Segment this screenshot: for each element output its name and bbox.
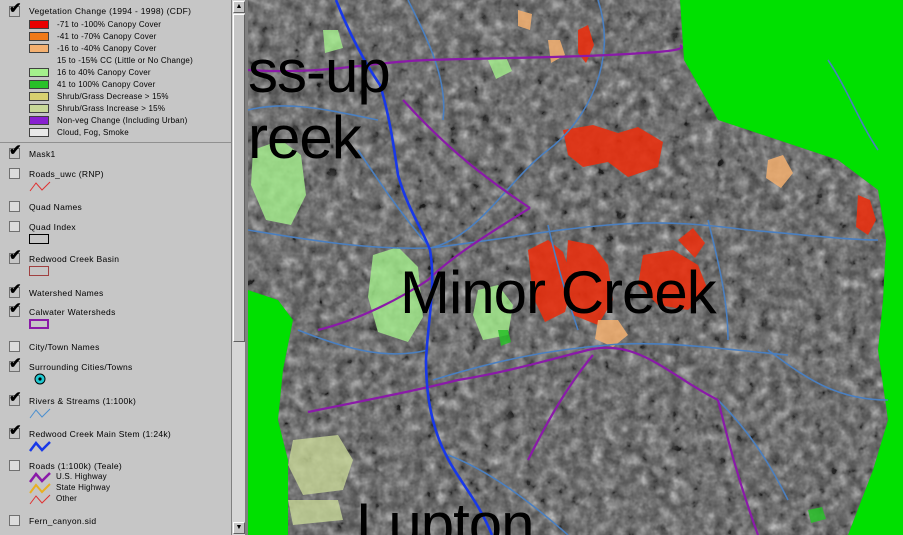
layer-vegetation-change[interactable]: ✔ Vegetation Change (1994 - 1998) (CDF) … [0, 0, 231, 141]
legend-label: -16 to -40% Canopy Cover [57, 44, 157, 53]
layer-checkbox[interactable] [9, 460, 20, 471]
legend-item: -71 to -100% Canopy Cover [29, 19, 229, 30]
scroll-thumb[interactable] [233, 14, 245, 342]
legend-item: 15 to -15% CC (Little or No Change) [29, 55, 229, 66]
layer-name: Mask1 [29, 149, 56, 159]
legend-label: -71 to -100% Canopy Cover [57, 20, 162, 29]
legend-label: 41 to 100% Canopy Cover [57, 80, 156, 89]
layer-name: Fern_canyon.sid [29, 516, 97, 526]
layer-checkbox[interactable] [9, 201, 20, 212]
road-class-label: U.S. Highway [56, 472, 107, 481]
check-icon: ✔ [9, 142, 22, 159]
table-of-contents: ✔ Vegetation Change (1994 - 1998) (CDF) … [0, 0, 231, 535]
quad-index-polygon-icon [29, 234, 49, 244]
check-icon: ✔ [9, 355, 22, 372]
legend-item: 41 to 100% Canopy Cover [29, 79, 229, 90]
check-icon: ✔ [9, 389, 22, 406]
other-road-line-icon [29, 494, 51, 505]
check-icon: ✔ [9, 0, 22, 17]
legend-item: Shrub/Grass Increase > 15% [29, 103, 229, 114]
legend-label: Shrub/Grass Decrease > 15% [57, 92, 169, 101]
separator [0, 142, 231, 143]
watershed-label: reek [248, 104, 362, 171]
layer-checkbox[interactable] [9, 168, 20, 179]
legend-swatch [29, 104, 49, 113]
legend-swatch [29, 56, 49, 65]
layer-checkbox[interactable]: ✔ [9, 301, 22, 317]
layer-name: Redwood Creek Main Stem (1:24k) [29, 429, 172, 439]
legend-label: Shrub/Grass Increase > 15% [57, 104, 166, 113]
watershed-label: ss-up [248, 38, 391, 105]
legend-label: -41 to -70% Canopy Cover [57, 32, 157, 41]
road-class-label: State Highway [56, 483, 111, 492]
layer-name: Roads_uwc (RNP) [29, 169, 104, 179]
basin-polygon-icon [29, 266, 49, 276]
layer-name: Redwood Creek Basin [29, 254, 120, 264]
legend-item: 16 to 40% Canopy Cover [29, 67, 229, 78]
legend-item: Shrub/Grass Decrease > 15% [29, 91, 229, 102]
legend-item: -16 to -40% Canopy Cover [29, 43, 229, 54]
legend-swatch [29, 80, 49, 89]
roads-line-icon [29, 181, 51, 192]
legend-swatch [29, 116, 49, 125]
layer-name: City/Town Names [29, 342, 100, 352]
legend-swatch [29, 20, 49, 29]
layer-name: Rivers & Streams (1:100k) [29, 396, 137, 406]
scroll-up-icon[interactable]: ▲ [233, 1, 245, 13]
legend-item: Cloud, Fog, Smoke [29, 127, 229, 138]
layer-checkbox[interactable] [9, 221, 20, 232]
layer-name: Quad Names [29, 202, 83, 212]
layer-checkbox[interactable] [9, 341, 20, 352]
legend-label: 16 to 40% Canopy Cover [57, 68, 151, 77]
legend-swatch [29, 128, 49, 137]
toc-scrollbar[interactable]: ▲ ▼ [231, 0, 245, 535]
map-canvas[interactable]: ss-up reek Minor Creek Lupton [248, 0, 903, 535]
layer-name: Surrounding Cities/Towns [29, 362, 133, 372]
watershed-label: Minor Creek [400, 259, 717, 326]
legend-item: Non-veg Change (Including Urban) [29, 115, 229, 126]
layer-checkbox[interactable]: ✔ [9, 143, 22, 159]
watershed-label: Lupton [356, 491, 535, 535]
layer-name: Calwater Watersheds [29, 307, 116, 317]
legend-label: 15 to -15% CC (Little or No Change) [57, 56, 193, 65]
legend-item: -41 to -70% Canopy Cover [29, 31, 229, 42]
city-point-icon [34, 373, 46, 385]
scroll-down-icon[interactable]: ▼ [233, 522, 245, 534]
road-class-label: Other [56, 494, 78, 503]
layer-checkbox[interactable]: ✔ [9, 423, 22, 439]
legend-swatch [29, 44, 49, 53]
legend-swatch [29, 92, 49, 101]
layer-name: Vegetation Change (1994 - 1998) (CDF) [29, 6, 192, 16]
legend-label: Cloud, Fog, Smoke [57, 128, 129, 137]
layer-name: Roads (1:100k) (Teale) [29, 461, 123, 471]
stream-line-icon [29, 408, 51, 419]
layer-checkbox[interactable]: ✔ [9, 356, 22, 372]
layer-name: Quad Index [29, 222, 76, 232]
check-icon: ✔ [9, 422, 22, 439]
layer-checkbox[interactable]: ✔ [9, 282, 22, 298]
check-icon: ✔ [9, 281, 22, 298]
main-stem-line-icon [29, 441, 51, 452]
layer-name: Watershed Names [29, 288, 104, 298]
watershed-polygon-icon [29, 319, 49, 329]
check-icon: ✔ [9, 300, 22, 317]
layer-checkbox[interactable]: ✔ [9, 1, 22, 17]
legend-label: Non-veg Change (Including Urban) [57, 116, 188, 125]
layer-checkbox[interactable]: ✔ [9, 248, 22, 264]
layer-checkbox[interactable]: ✔ [9, 390, 22, 406]
legend-swatch [29, 32, 49, 41]
check-icon: ✔ [9, 247, 22, 264]
legend-swatch [29, 68, 49, 77]
layer-checkbox[interactable] [9, 515, 20, 526]
